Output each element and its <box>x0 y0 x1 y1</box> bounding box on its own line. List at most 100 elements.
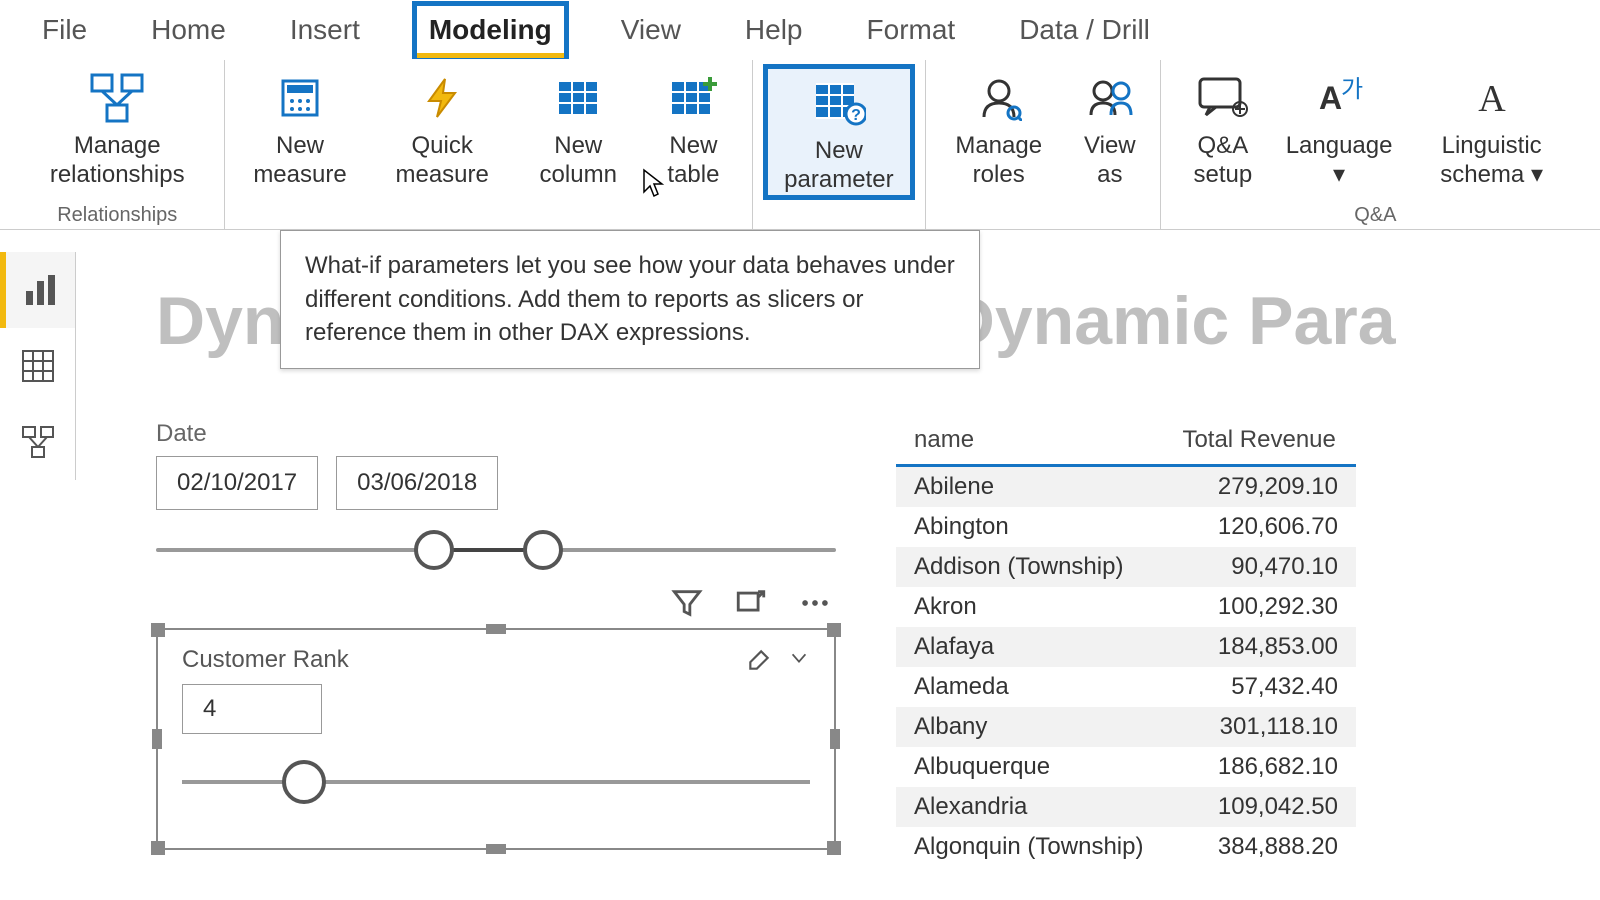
linguistic-schema-label: Linguistic schema ▾ <box>1411 132 1572 190</box>
table-row[interactable]: Alafaya184,853.00 <box>896 627 1356 667</box>
date-slider-handle-end[interactable] <box>523 530 563 570</box>
resize-handle[interactable] <box>830 729 840 749</box>
view-as-icon <box>1085 68 1135 128</box>
resize-handle[interactable] <box>151 841 165 855</box>
resize-handle[interactable] <box>151 623 165 637</box>
table-row[interactable]: Alameda57,432.40 <box>896 667 1356 707</box>
new-table-label: New table <box>653 132 735 190</box>
qna-setup-icon <box>1196 68 1250 128</box>
new-parameter-label: New parameter <box>776 137 901 195</box>
model-view-button[interactable] <box>0 404 75 480</box>
linguistic-schema-icon: A <box>1469 68 1515 128</box>
qna-setup-label: Q&A setup <box>1179 132 1267 190</box>
view-as-button[interactable]: View as <box>1070 64 1150 200</box>
resize-handle[interactable] <box>486 624 506 634</box>
new-column-button[interactable]: New column <box>520 64 637 200</box>
view-rail <box>0 252 76 480</box>
tab-data-drill[interactable]: Data / Drill <box>1007 6 1162 54</box>
manage-roles-label: Manage roles <box>944 132 1054 190</box>
resize-handle[interactable] <box>827 623 841 637</box>
tab-format[interactable]: Format <box>855 6 968 54</box>
group-relationships-label: Relationships <box>20 200 214 229</box>
group-security: Manage roles View as <box>926 60 1161 229</box>
new-column-label: New column <box>528 132 629 190</box>
date-slider-handle-start[interactable] <box>414 530 454 570</box>
report-view-button[interactable] <box>0 252 75 328</box>
group-qna-label: Q&A <box>1171 200 1580 229</box>
focus-mode-icon[interactable] <box>734 586 768 620</box>
tab-file[interactable]: File <box>30 6 99 54</box>
customer-rank-input[interactable]: 4 <box>182 684 322 734</box>
new-measure-button[interactable]: New measure <box>235 64 364 200</box>
ribbon-tabs: File Home Insert Modeling View Help Form… <box>0 0 1600 60</box>
filter-icon[interactable] <box>670 586 704 620</box>
table-row[interactable]: Alexandria109,042.50 <box>896 787 1356 827</box>
col-total-revenue[interactable]: Total Revenue <box>1164 420 1356 466</box>
customer-rank-handle[interactable] <box>282 760 326 804</box>
table-row[interactable]: Albany301,118.10 <box>896 707 1356 747</box>
date-range-slider[interactable] <box>156 520 836 580</box>
manage-relationships-button[interactable]: Manage relationships <box>20 64 214 200</box>
table-icon <box>21 349 55 383</box>
customer-rank-slicer[interactable]: Customer Rank 4 <box>156 628 836 850</box>
group-calculations: New measure Quick measure New column New… <box>225 60 753 229</box>
date-slicer-label: Date <box>156 420 836 448</box>
revenue-table[interactable]: name Total Revenue Abilene279,209.10Abin… <box>896 420 1356 867</box>
new-measure-icon <box>277 68 323 128</box>
date-from-input[interactable]: 02/10/2017 <box>156 456 318 510</box>
date-slicer[interactable]: Date 02/10/2017 03/06/2018 <box>156 420 836 620</box>
resize-handle[interactable] <box>152 729 162 749</box>
chevron-down-icon: ▾ <box>1531 161 1543 188</box>
eraser-icon[interactable] <box>746 647 772 673</box>
table-row[interactable]: Addison (Township)90,470.10 <box>896 547 1356 587</box>
qna-setup-button[interactable]: Q&A setup <box>1171 64 1275 200</box>
language-icon: A가 <box>1311 68 1367 128</box>
group-whatif: ? New parameter <box>753 60 925 229</box>
more-options-icon[interactable] <box>798 586 832 620</box>
table-row[interactable]: Abington120,606.70 <box>896 507 1356 547</box>
customer-rank-label: Customer Rank <box>182 646 349 674</box>
new-parameter-icon: ? <box>812 73 866 133</box>
manage-roles-button[interactable]: Manage roles <box>936 64 1062 200</box>
date-to-input[interactable]: 03/06/2018 <box>336 456 498 510</box>
manage-roles-icon <box>976 68 1022 128</box>
tab-view[interactable]: View <box>609 6 693 54</box>
new-measure-label: New measure <box>243 132 356 190</box>
customer-rank-slider[interactable] <box>182 752 810 812</box>
table-row[interactable]: Algonquin (Township)384,888.20 <box>896 827 1356 867</box>
model-icon <box>21 425 55 459</box>
quick-measure-button[interactable]: Quick measure <box>373 64 512 200</box>
group-qna: Q&A setup A가 Language ▾ A Linguistic sch… <box>1161 60 1590 229</box>
svg-text:A: A <box>1478 78 1506 120</box>
ribbon-body: Manage relationships Relationships New m… <box>0 60 1600 230</box>
view-as-label: View as <box>1078 132 1142 190</box>
group-relationships: Manage relationships Relationships <box>10 60 225 229</box>
col-name[interactable]: name <box>896 420 1164 466</box>
manage-relationships-label: Manage relationships <box>28 132 206 190</box>
new-column-icon <box>555 68 601 128</box>
svg-text:가: 가 <box>1341 76 1363 103</box>
chevron-down-icon[interactable] <box>788 647 810 669</box>
relationships-icon <box>90 68 144 128</box>
resize-handle[interactable] <box>827 841 841 855</box>
quick-measure-icon <box>419 68 465 128</box>
new-table-button[interactable]: New table <box>645 64 743 200</box>
new-parameter-tooltip: What-if parameters let you see how your … <box>280 230 980 369</box>
svg-text:?: ? <box>851 107 861 124</box>
tab-insert[interactable]: Insert <box>278 6 372 54</box>
svg-text:A: A <box>1319 80 1342 116</box>
language-button[interactable]: A가 Language ▾ <box>1283 64 1395 200</box>
new-parameter-button[interactable]: ? New parameter <box>763 64 914 200</box>
table-row[interactable]: Abilene279,209.10 <box>896 466 1356 508</box>
tab-modeling[interactable]: Modeling <box>412 1 569 59</box>
table-row[interactable]: Akron100,292.30 <box>896 587 1356 627</box>
language-label: Language ▾ <box>1286 132 1393 190</box>
tab-help[interactable]: Help <box>733 6 815 54</box>
data-view-button[interactable] <box>0 328 75 404</box>
bar-chart-icon <box>24 273 58 307</box>
table-row[interactable]: Albuquerque186,682.10 <box>896 747 1356 787</box>
resize-handle[interactable] <box>486 844 506 854</box>
quick-measure-label: Quick measure <box>381 132 504 190</box>
linguistic-schema-button[interactable]: A Linguistic schema ▾ <box>1403 64 1580 200</box>
tab-home[interactable]: Home <box>139 6 238 54</box>
